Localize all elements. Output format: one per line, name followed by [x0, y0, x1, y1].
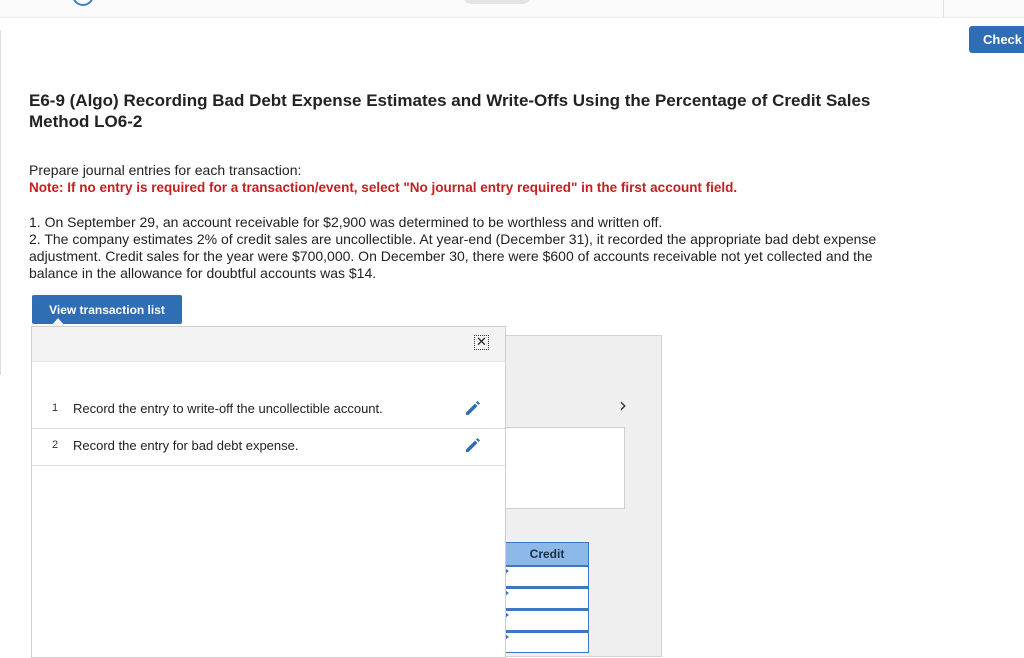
- problem-item-1: 1. On September 29, an account receivabl…: [29, 214, 663, 230]
- popup-header: ✕: [32, 327, 505, 362]
- transaction-number: 2: [52, 439, 59, 451]
- transaction-label: Record the entry for bad debt expense.: [73, 438, 299, 453]
- toolbar-divider: [943, 0, 944, 17]
- note-text: Note: If no entry is required for a tran…: [29, 180, 738, 195]
- pencil-icon[interactable]: [464, 399, 482, 417]
- pencil-icon[interactable]: [464, 436, 482, 454]
- credit-input-4[interactable]: [505, 631, 589, 653]
- credit-input-3[interactable]: [505, 609, 589, 631]
- transaction-number: 1: [52, 402, 59, 414]
- credit-input-2[interactable]: [505, 587, 589, 609]
- next-arrow-icon[interactable]: ›: [619, 393, 627, 417]
- check-button[interactable]: Check: [969, 26, 1024, 53]
- popup-caret: [51, 318, 65, 326]
- transaction-row[interactable]: 1 Record the entry to write-off the unco…: [32, 391, 505, 429]
- problem-item-2: 2. The company estimates 2% of credit sa…: [29, 231, 877, 281]
- close-icon[interactable]: ✕: [474, 335, 489, 350]
- left-rail: [0, 30, 1, 375]
- progress-ring-icon[interactable]: [72, 0, 94, 6]
- transaction-row[interactable]: 2 Record the entry for bad debt expense.: [32, 428, 505, 466]
- problem-statement: 1. On September 29, an account receivabl…: [29, 214, 909, 282]
- worksheet-input-box[interactable]: [505, 427, 625, 509]
- instruction-text: Prepare journal entries for each transac…: [29, 162, 302, 178]
- question-title: E6-9 (Algo) Recording Bad Debt Expense E…: [29, 91, 871, 131]
- transaction-label: Record the entry to write-off the uncoll…: [73, 401, 383, 416]
- transaction-list-popup: ✕ 1 Record the entry to write-off the un…: [31, 326, 506, 658]
- credit-column-header: Credit: [505, 542, 589, 566]
- credit-input-1[interactable]: [505, 565, 589, 587]
- top-toolbar: [0, 0, 1024, 18]
- question-navigator[interactable]: [462, 0, 532, 4]
